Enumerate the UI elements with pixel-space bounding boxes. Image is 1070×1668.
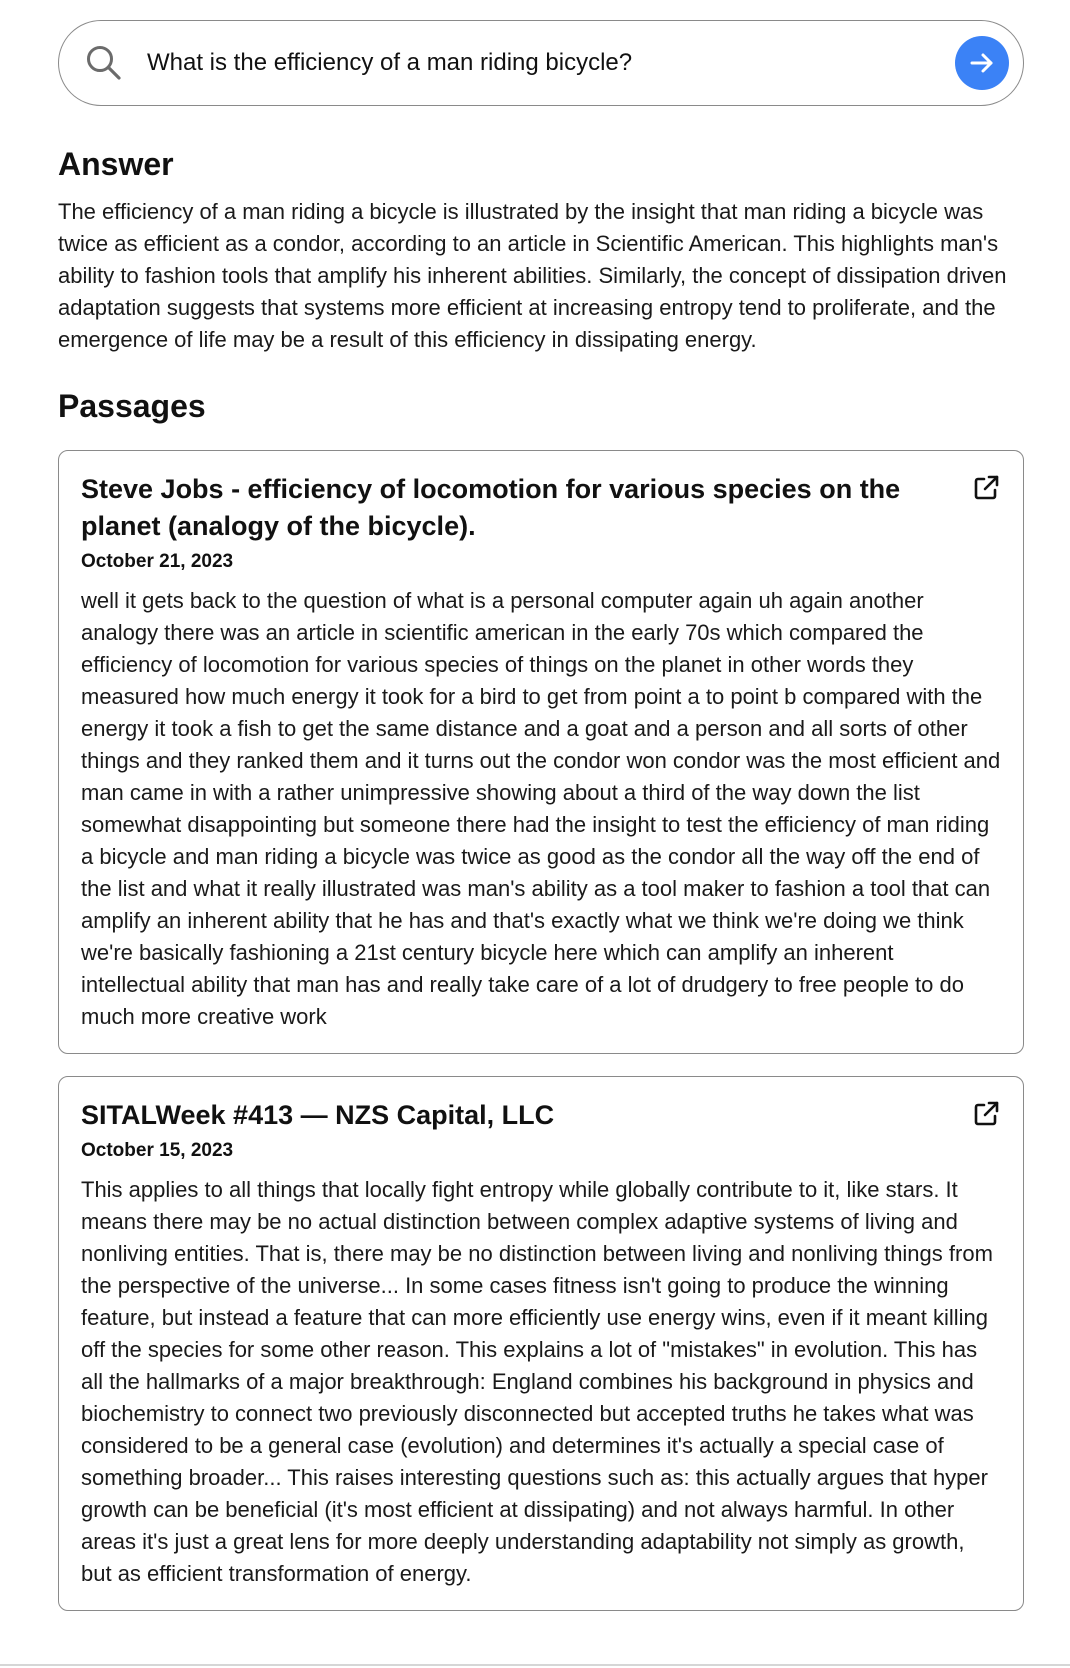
passage-text: well it gets back to the question of wha… (81, 588, 1001, 1029)
passage-card: SITALWeek #413 — NZS Capital, LLC Octobe… (58, 1076, 1024, 1611)
divider (0, 1664, 1070, 1666)
answer-text: The efficiency of a man riding a bicycle… (58, 199, 1007, 352)
passage-date: October 15, 2023 (81, 1140, 234, 1161)
passage-card: Steve Jobs - efficiency of locomotion fo… (58, 450, 1024, 1054)
submit-button[interactable] (955, 36, 1009, 90)
passage-text: This applies to all things that locally … (81, 1177, 993, 1586)
external-link-icon (974, 475, 999, 500)
passage-date: October 21, 2023 (81, 551, 234, 572)
search-icon (87, 46, 121, 80)
passage-title: SITALWeek #413 — NZS Capital, LLC (81, 1100, 555, 1130)
external-link-button[interactable] (971, 473, 1001, 503)
search-input[interactable] (147, 43, 955, 83)
main-content: Answer The efficiency of a man riding a … (58, 20, 1024, 1611)
answer-heading: Answer (58, 146, 174, 182)
external-link-button[interactable] (971, 1099, 1001, 1129)
external-link-icon (974, 1101, 999, 1126)
passages-heading: Passages (58, 388, 206, 424)
search-bar[interactable] (58, 20, 1024, 106)
arrow-right-icon (970, 53, 993, 73)
passage-title: Steve Jobs - efficiency of locomotion fo… (81, 474, 901, 541)
